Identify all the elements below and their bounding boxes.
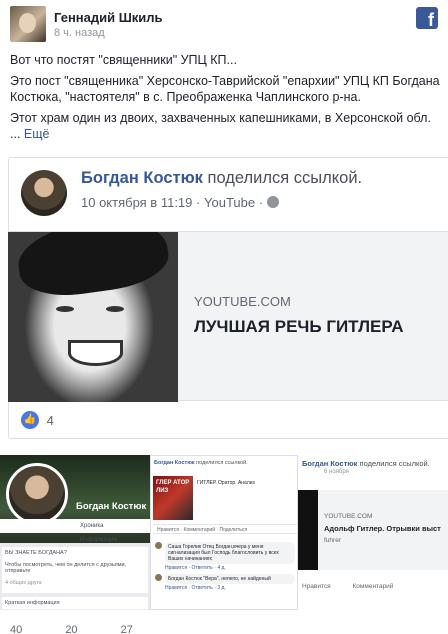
post3-action: Комментарий [352,583,394,590]
post-screenshot-2: Богдан Костюк поделился ссылкой. ГЛЕР AT… [150,455,298,610]
post3-header: Богдан Костюк поделился ссылкой. [302,459,430,468]
link-preview[interactable]: YOUTUBE.COM ЛУЧШАЯ РЕЧЬ ГИТЛЕРА [8,231,448,402]
screenshot-collage: Богдан Костюк Хроника Информация ВЫ ЗНАЕ… [0,455,448,610]
comment-text: Богдан Костюк "Вера", нелепо, не найдены… [165,574,295,584]
post-time[interactable]: 8 ч. назад [54,27,105,39]
post2-action: Комментарий [183,527,216,533]
post2-image: ГЛЕР ATOP ЛИЗ [153,476,193,520]
profile-screenshot: Богдан Костюк Хроника Информация ВЫ ЗНАЕ… [0,455,150,610]
bottom-shares[interactable]: 27 [121,624,133,634]
post-paragraph: Вот что постят "священники" УПЦ КП... [10,53,237,67]
post-paragraph: Это пост "священника" Херсонско-Таврийск… [10,74,440,104]
link-title[interactable]: ЛУЧШАЯ РЕЧЬ ГИТЛЕРА [194,317,404,337]
post-paragraph: Этот храм один из двоих, захваченных кап… [10,110,440,142]
section-title: ВЫ ЗНАЕТЕ БОГДАНА? [5,550,67,556]
section-title: Краткая информация [5,600,60,606]
see-more-link[interactable]: Ещё [24,127,50,141]
thumbnail-hair [13,232,173,303]
profile-tabs: Хроника Информация [0,519,150,543]
post3-source: fuhrer [324,537,341,544]
post-ellipsis: ... [10,127,21,141]
profile-name: Богдан Костюк [76,501,147,512]
thumbnail-eye [56,306,74,312]
thumbnail-eye [106,306,124,312]
profile-section-info: Краткая информация [2,597,148,609]
like-icon: 👍 [21,411,39,429]
shared-date[interactable]: 10 октября в 11:19 [81,195,192,210]
post2-header: Богдан Костюк поделился ссылкой. [154,460,248,466]
thumbnail-mouth [68,340,123,366]
link-domain: YOUTUBE.COM [194,294,291,309]
post3-action: поделился ссылкой. [359,459,430,468]
post3-action-bar: Нравится Комментарий [302,583,413,590]
post3-author: Богдан Костюк [302,459,358,468]
meta-separator: · [258,195,264,210]
post2-comment: Богдан Костюк "Вера", нелепо, не найдены… [155,574,295,591]
section-text: Чтобы посмотреть, чем он делится с друзь… [5,562,127,574]
shared-author-avatar[interactable] [21,170,67,216]
comment-actions: Нравится · Ответить · 4 д. [165,565,226,571]
shared-meta: 10 октября в 11:19 · YouTube · [81,195,279,210]
shared-header: Богдан Костюк поделился ссылкой. [81,169,362,188]
facebook-logo-icon: f [416,7,438,30]
post3-thumbnail [298,490,318,570]
meta-separator: · [196,195,201,210]
post2-action: поделился ссылкой. [196,460,248,466]
post-paragraph-text: Этот храм один из двоих, захваченных кап… [10,111,431,125]
post2-comment: Саша Горелик Отец Богдан,вчера у меня си… [155,542,295,571]
bottom-comments[interactable]: 20 [65,624,77,634]
profile-tab: Хроника [80,523,104,529]
profile-tab: Информация [80,537,117,543]
shared-source: YouTube [204,195,256,210]
author-avatar[interactable] [10,6,46,42]
shared-action: поделился ссылкой. [207,169,363,187]
post2-author: Богдан Костюк [154,460,195,466]
post-header: Геннадий Шкиль 8 ч. назад f [10,6,438,42]
profile-picture [6,463,68,525]
post-text: Вот что постят "священники" УПЦ КП... Эт… [10,52,440,147]
mutual-friends: 4 общих друга [5,580,42,586]
post-screenshot-3: Богдан Костюк поделился ссылкой. 6 ноябр… [298,455,448,610]
video-thumbnail[interactable] [8,232,178,402]
author-name[interactable]: Геннадий Шкиль [54,10,163,25]
bottom-bar: 40 20 27 [0,624,448,634]
comment-text: Саша Горелик Отец Богдан,вчера у меня си… [165,542,295,564]
post2-action-bar: Нравится · Комментарий · Поделиться [153,524,297,534]
post3-title: Адольф Гитлер. Отрывки выст [324,524,441,533]
like-count: 4 [46,412,54,428]
profile-section-know: ВЫ ЗНАЕТЕ БОГДАНА? Чтобы посмотреть, чем… [2,547,148,593]
post3-domain: YOUTUBE.COM [324,513,373,520]
post2-title: ГИТЛЕР. Оратор. Анализ [197,480,255,486]
shared-post-card: Богдан Костюк поделился ссылкой. 10 октя… [8,157,448,439]
shared-author-name[interactable]: Богдан Костюк [81,169,203,187]
post2-action: Поделиться [219,527,248,533]
post3-action: Нравится [302,583,331,590]
post2-action: Нравится [157,527,180,533]
reactions[interactable]: 👍 4 [21,411,54,429]
globe-icon [266,196,279,208]
comment-actions: Нравится · Ответить · 3 д. [165,585,226,591]
bottom-likes[interactable]: 40 [10,624,22,634]
post3-meta: 6 ноября [324,469,349,475]
